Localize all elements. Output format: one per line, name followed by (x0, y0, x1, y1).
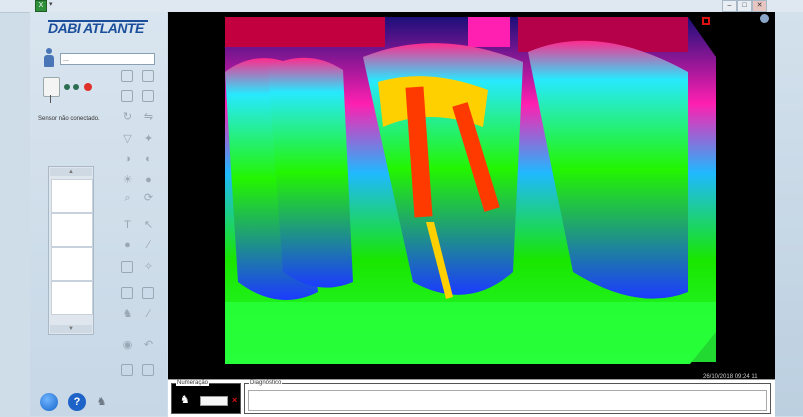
thumbnail-scroll-down[interactable]: ▼ (50, 325, 92, 333)
delete-icon[interactable] (142, 90, 154, 102)
numeracao-group: Numeração ♞ × (171, 380, 241, 414)
thumbnail-scroll-up[interactable]: ▲ (50, 168, 92, 176)
pen-icon[interactable]: ∕ (142, 308, 155, 321)
minimize-button[interactable]: – (722, 0, 737, 12)
brand-logo: DABI ATLANTE (48, 20, 144, 36)
patient-icon (43, 48, 55, 68)
sensor-device-icon (43, 77, 60, 97)
settings-icon[interactable] (40, 393, 58, 411)
contrast-icon[interactable]: ◑ (121, 153, 134, 166)
rect-icon[interactable] (121, 261, 133, 273)
undo-icon[interactable]: ↶ (142, 339, 155, 352)
thumbnail-panel: ▲ ▼ (48, 166, 94, 335)
sensor-led-2 (73, 84, 79, 90)
thumbnail-slot[interactable] (51, 281, 93, 315)
right-strip (775, 12, 803, 416)
xray-image (225, 17, 716, 364)
maximize-button[interactable]: □ (737, 0, 752, 12)
emboss-icon[interactable]: ● (142, 174, 155, 187)
patient-field[interactable]: ... (60, 53, 155, 65)
app-icon: X (35, 0, 47, 12)
export-icon[interactable] (142, 364, 154, 376)
rotate-icon[interactable]: ↻ (121, 111, 134, 124)
tooth-number-icon: ♞ (180, 394, 190, 406)
xray-viewer[interactable]: 26/10/2018 09:24 11 (168, 12, 775, 380)
sensor-cable (50, 95, 51, 103)
filter-icon[interactable]: ▽ (121, 133, 134, 146)
tooth-number-select[interactable] (200, 396, 228, 406)
diagnostico-input[interactable] (248, 390, 767, 411)
flip-icon[interactable]: ⇋ (142, 111, 155, 124)
invert-icon[interactable]: ◐ (142, 153, 155, 166)
diagnostico-label: Diagnóstico (249, 380, 283, 386)
rotate-cw-icon[interactable]: ⟳ (142, 192, 155, 205)
copy-icon[interactable] (142, 287, 154, 299)
clear-number-icon[interactable]: × (232, 395, 237, 405)
thumbnail-slot[interactable] (51, 179, 93, 213)
thumbnail-slot[interactable] (51, 247, 93, 281)
tooth-tool-icon[interactable]: ♞ (121, 308, 134, 321)
sensor-status: Sensor não conectado. (38, 116, 100, 122)
zoom-icon[interactable]: ⌕ (121, 192, 134, 205)
tooth-footer-icon[interactable]: ♞ (95, 396, 108, 409)
help-icon[interactable]: ? (68, 393, 86, 411)
measure-icon[interactable]: ∕ (142, 239, 155, 252)
close-button[interactable]: ✕ (752, 0, 767, 12)
viewer-options-icon[interactable] (760, 14, 769, 23)
layers-icon[interactable] (121, 287, 133, 299)
sharpen-icon[interactable]: ✦ (142, 133, 155, 146)
window-icon[interactable] (121, 364, 133, 376)
circle-icon[interactable]: ● (121, 239, 134, 252)
title-menu-caret[interactable]: ▾ (49, 0, 53, 8)
bottom-bar: Numeração ♞ × Diagnóstico (168, 379, 775, 417)
reset-icon[interactable]: ◉ (121, 339, 134, 352)
brightness-icon[interactable]: ☀ (121, 174, 134, 187)
import-icon[interactable] (121, 70, 133, 82)
diagnostico-group: Diagnóstico (244, 380, 771, 414)
viewer-close-icon[interactable] (702, 17, 710, 25)
sensor-led-3 (84, 83, 92, 91)
sensor-led-1 (64, 84, 70, 90)
thumbnail-slot[interactable] (51, 213, 93, 247)
text-icon[interactable]: T (121, 219, 134, 232)
save-icon[interactable] (121, 90, 133, 102)
arrow-icon[interactable]: ↖ (142, 219, 155, 232)
angle-icon[interactable]: ✧ (142, 261, 155, 274)
capture-icon[interactable] (142, 70, 154, 82)
numeracao-label: Numeração (176, 380, 210, 386)
